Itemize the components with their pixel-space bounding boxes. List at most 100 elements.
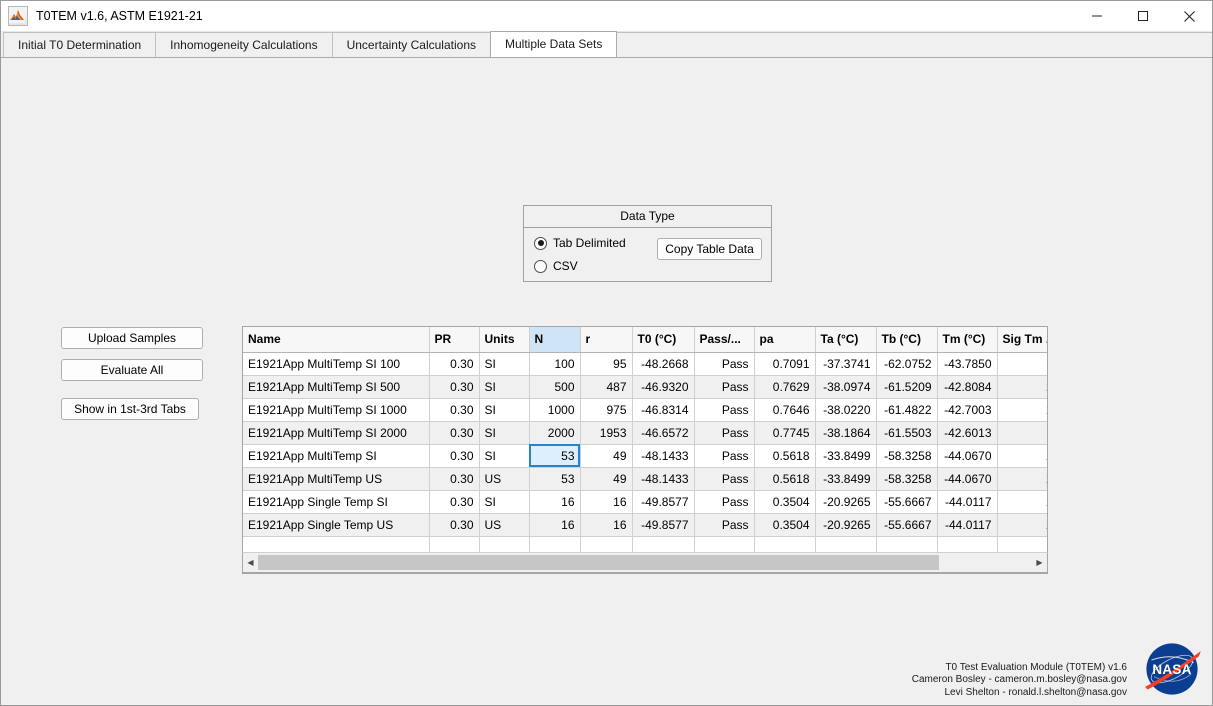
table-cell[interactable]: 0.5618 bbox=[754, 467, 816, 491]
table-cell[interactable]: 0.5618 bbox=[754, 444, 816, 468]
table-cell[interactable]: 0.30 bbox=[429, 444, 480, 468]
table-cell[interactable]: Pass bbox=[694, 398, 755, 422]
table-row[interactable]: E1921App MultiTemp SI 1000 0.30 SI 1000 975-… bbox=[243, 398, 1047, 422]
table-column-header-0[interactable]: Name bbox=[243, 327, 430, 353]
table-cell[interactable]: -55.6667 bbox=[876, 513, 938, 537]
table-cell[interactable]: -61.4822 bbox=[876, 398, 938, 422]
maximize-button[interactable] bbox=[1120, 1, 1166, 31]
scroll-left-arrow-icon[interactable]: ◀ bbox=[243, 553, 258, 572]
table-column-header-6[interactable]: Pass/... bbox=[694, 327, 755, 353]
table-cell[interactable]: -48.1433 bbox=[632, 444, 695, 468]
table-cell[interactable]: 11.934 bbox=[997, 421, 1047, 445]
table-cell[interactable]: 16 bbox=[580, 490, 633, 514]
table-row[interactable]: E1921App MultiTemp SI 100 0.30 SI 100 95 -48.… bbox=[243, 352, 1047, 376]
table-cell[interactable]: -61.5503 bbox=[876, 421, 938, 445]
table-cell[interactable]: SI bbox=[479, 375, 530, 399]
table-cell[interactable]: 0.30 bbox=[429, 421, 480, 445]
table-row[interactable]: E1921App MultiTemp SI 0.30 SI 53 49 -48.1433 P… bbox=[243, 444, 1047, 468]
table-cell[interactable]: -49.8577 bbox=[632, 490, 695, 514]
tab-multiple-data-sets[interactable]: Multiple Data Sets bbox=[490, 31, 618, 57]
table-cell[interactable]: 0.7745 bbox=[754, 421, 816, 445]
scrollbar-track[interactable] bbox=[258, 553, 1032, 572]
table-cell[interactable]: 14.179 bbox=[997, 513, 1047, 537]
table-cell[interactable]: 13.116 bbox=[997, 352, 1047, 376]
results-table-container[interactable]: Name PR Units Nr T0 (°C) Pass/... pa Ta (°C) Tb … bbox=[242, 326, 1048, 574]
table-cell[interactable]: 16 bbox=[580, 513, 633, 537]
table-cell[interactable]: -38.1864 bbox=[815, 421, 877, 445]
tab-uncertainty-calculations[interactable]: Uncertainty Calculations bbox=[331, 32, 491, 57]
table-horizontal-scrollbar[interactable]: ◀ ▶ bbox=[242, 552, 1048, 573]
table-cell[interactable]: E1921App MultiTemp SI 2000 bbox=[243, 421, 430, 445]
table-cell[interactable]: -38.0974 bbox=[815, 375, 877, 399]
table-cell[interactable]: -44.0117 bbox=[937, 490, 998, 514]
table-column-header-1[interactable]: PR bbox=[429, 327, 480, 353]
table-cell[interactable]: -38.0220 bbox=[815, 398, 877, 422]
table-cell[interactable]: SI bbox=[479, 421, 530, 445]
table-cell[interactable]: 16 bbox=[529, 490, 581, 514]
table-cell[interactable]: -46.6572 bbox=[632, 421, 695, 445]
table-cell[interactable]: -44.0670 bbox=[937, 444, 998, 468]
evaluate-all-button[interactable]: Evaluate All bbox=[61, 359, 203, 381]
table-cell[interactable]: 0.30 bbox=[429, 398, 480, 422]
table-cell[interactable]: -44.0117 bbox=[937, 513, 998, 537]
radio-button-tab-delimited[interactable] bbox=[534, 236, 547, 250]
table-cell[interactable]: SI bbox=[479, 444, 530, 468]
table-cell[interactable]: Pass bbox=[694, 467, 755, 491]
table-cell[interactable]: 0.7646 bbox=[754, 398, 816, 422]
table-cell[interactable]: 1000 bbox=[529, 398, 581, 422]
table-cell[interactable]: 100 bbox=[529, 352, 581, 376]
tab-inhomogeneity-calculations[interactable]: Inhomogeneity Calculations bbox=[155, 32, 333, 57]
radio-option-csv[interactable]: CSV bbox=[534, 259, 578, 273]
table-cell[interactable]: -55.6667 bbox=[876, 490, 938, 514]
table-column-header-5[interactable]: T0 (°C) bbox=[632, 327, 695, 353]
table-cell[interactable]: 0.30 bbox=[429, 352, 480, 376]
table-cell[interactable]: E1921App Single Temp US bbox=[243, 513, 430, 537]
table-row[interactable]: E1921App Single Temp US 0.30 US 16 16 -49.857… bbox=[243, 513, 1047, 537]
table-cell[interactable]: -33.8499 bbox=[815, 467, 877, 491]
table-cell[interactable]: Pass bbox=[694, 375, 755, 399]
scroll-right-arrow-icon[interactable]: ▶ bbox=[1032, 553, 1047, 572]
table-cell[interactable]: 12.096 bbox=[997, 375, 1047, 399]
table-column-header-10[interactable]: Tm (°C) bbox=[937, 327, 998, 353]
table-cell[interactable]: 0.30 bbox=[429, 375, 480, 399]
table-column-header-4[interactable]: r bbox=[580, 327, 633, 353]
upload-samples-button[interactable]: Upload Samples bbox=[61, 327, 203, 349]
table-cell[interactable]: 0.30 bbox=[429, 513, 480, 537]
table-cell[interactable]: Pass bbox=[694, 490, 755, 514]
table-cell[interactable]: 49 bbox=[580, 444, 633, 468]
table-cell[interactable]: Pass bbox=[694, 513, 755, 537]
table-cell[interactable]: -42.8084 bbox=[937, 375, 998, 399]
table-cell[interactable]: 95 bbox=[580, 352, 633, 376]
radio-button-csv[interactable] bbox=[534, 259, 547, 273]
table-cell[interactable]: E1921App MultiTemp SI 100 bbox=[243, 352, 430, 376]
table-cell[interactable]: Pass bbox=[694, 421, 755, 445]
table-cell[interactable]: US bbox=[479, 467, 530, 491]
table-column-header-2[interactable]: Units bbox=[479, 327, 530, 353]
table-cell[interactable]: 975 bbox=[580, 398, 633, 422]
table-cell[interactable]: -62.0752 bbox=[876, 352, 938, 376]
table-cell[interactable]: 0.3504 bbox=[754, 513, 816, 537]
table-row[interactable]: E1921App MultiTemp US 0.30 US 53 49 -48.1433 P… bbox=[243, 467, 1047, 491]
table-cell[interactable]: 500 bbox=[529, 375, 581, 399]
scrollbar-thumb[interactable] bbox=[258, 555, 940, 570]
table-cell[interactable]: -58.3258 bbox=[876, 444, 938, 468]
table-column-header-3[interactable]: N bbox=[529, 327, 581, 353]
table-cell[interactable]: 0.30 bbox=[429, 467, 480, 491]
table-row[interactable]: E1921App Single Temp SI 0.30 SI 16 16 -49.857… bbox=[243, 490, 1047, 514]
table-cell[interactable]: E1921App MultiTemp SI 1000 bbox=[243, 398, 430, 422]
table-cell[interactable]: 0.7091 bbox=[754, 352, 816, 376]
table-column-header-7[interactable]: pa bbox=[754, 327, 816, 353]
table-cell[interactable]: E1921App MultiTemp SI 500 bbox=[243, 375, 430, 399]
table-cell[interactable]: -48.2668 bbox=[632, 352, 695, 376]
table-cell[interactable]: -46.8314 bbox=[632, 398, 695, 422]
table-cell[interactable]: E1921App MultiTemp US bbox=[243, 467, 430, 491]
table-cell[interactable]: -43.7850 bbox=[937, 352, 998, 376]
table-cell[interactable]: SI bbox=[479, 398, 530, 422]
table-cell[interactable]: 0.3504 bbox=[754, 490, 816, 514]
table-column-header-8[interactable]: Ta (°C) bbox=[815, 327, 877, 353]
minimize-button[interactable] bbox=[1074, 1, 1120, 31]
table-cell[interactable]: -44.0670 bbox=[937, 467, 998, 491]
table-cell[interactable]: Pass bbox=[694, 352, 755, 376]
table-cell[interactable]: -42.6013 bbox=[937, 421, 998, 445]
table-cell[interactable]: 53 bbox=[529, 467, 581, 491]
